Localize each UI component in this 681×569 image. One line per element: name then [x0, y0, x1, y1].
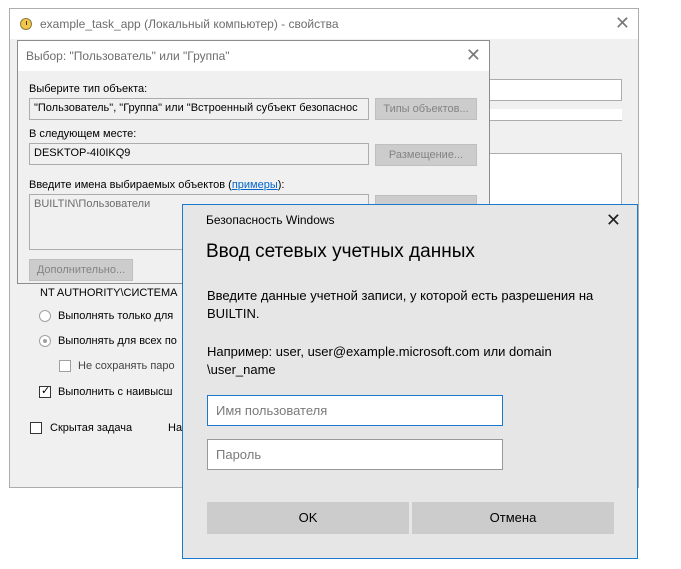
properties-author-field [488, 79, 622, 101]
hidden-task-checkbox[interactable] [30, 422, 42, 434]
username-input[interactable]: Имя пользователя [207, 395, 503, 426]
properties-separator [488, 109, 622, 121]
location-field: DESKTOP-4I0IKQ9 [29, 143, 369, 165]
run-all-label: Выполнять для всех по [58, 335, 177, 347]
location-label: В следующем месте: [29, 128, 137, 140]
properties-close-icon[interactable]: ✕ [615, 13, 630, 33]
advanced-button[interactable]: Дополнительно... [29, 259, 133, 281]
credential-example: Например: user, user@example.microsoft.c… [207, 344, 552, 377]
password-input[interactable]: Пароль [207, 439, 503, 470]
object-type-field: "Пользователь", "Группа" или "Встроенный… [29, 98, 369, 120]
clock-icon [20, 18, 32, 30]
credential-instruction: Введите данные учетной записи, у которой… [207, 288, 594, 321]
select-titlebar: Выбор: "Пользователь" или "Группа" ✕ [18, 41, 489, 71]
properties-title: example_task_app (Локальный компьютер) -… [40, 17, 339, 31]
highest-privileges-label: Выполнить с наивысш [58, 386, 173, 398]
highest-privileges-checkbox[interactable]: ✓ [39, 385, 51, 398]
properties-titlebar: example_task_app (Локальный компьютер) -… [10, 9, 638, 39]
hidden-task-label: Скрытая задача [50, 422, 133, 434]
select-title: Выбор: "Пользователь" или "Группа" [26, 49, 230, 63]
configure-for-label: На [168, 422, 183, 434]
credential-heading: Ввод сетевых учетных данных [206, 241, 475, 262]
ok-button[interactable]: OK [207, 502, 409, 534]
security-close-icon[interactable]: ✕ [606, 210, 621, 230]
windows-security-dialog: Безопасность Windows ✕ Ввод сетевых учет… [182, 204, 638, 559]
select-close-icon[interactable]: ✕ [466, 45, 481, 65]
location-button[interactable]: Размещение... [375, 144, 477, 166]
security-caption: Безопасность Windows [206, 213, 335, 227]
cancel-button[interactable]: Отмена [412, 502, 614, 534]
object-types-button[interactable]: Типы объектов... [375, 98, 477, 120]
names-label: Введите имена выбираемых объектов (приме… [29, 179, 285, 191]
account-value: NT AUTHORITY\СИСТЕМА [40, 287, 178, 299]
properties-description-field [488, 153, 622, 205]
run-logged-on-label: Выполнять только для [58, 310, 174, 322]
no-save-password-label: Не сохранять паро [78, 360, 175, 372]
no-save-password-checkbox[interactable] [59, 360, 71, 372]
run-all-radio[interactable] [39, 335, 51, 347]
object-type-label: Выберите тип объекта: [29, 83, 148, 95]
run-logged-on-radio[interactable] [39, 310, 51, 322]
examples-link[interactable]: примеры [232, 179, 278, 191]
